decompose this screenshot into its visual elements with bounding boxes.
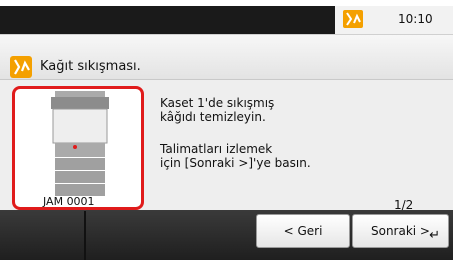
next-button-label: Sonraki > bbox=[370, 224, 430, 238]
callout-pointer-line bbox=[84, 211, 86, 260]
bottom-bar: < Geri Sonraki > ↵ bbox=[0, 210, 453, 260]
instruction-line: Kaset 1'de sıkışmış bbox=[160, 96, 275, 110]
paper-jam-icon bbox=[10, 56, 32, 78]
back-button-label: < Geri bbox=[283, 224, 323, 238]
enter-icon: ↵ bbox=[429, 228, 440, 243]
instruction-text-1: Kaset 1'de sıkışmış kâğıdı temizleyin. bbox=[160, 96, 274, 124]
status-bar-dark-area bbox=[0, 6, 335, 34]
instruction-text-2: Talimatları izlemek için [Sonraki >]'ye … bbox=[160, 142, 311, 170]
paper-jam-status-icon bbox=[343, 10, 363, 28]
jam-code: JAM 0001 bbox=[43, 195, 95, 208]
instruction-line: için [Sonraki >]'ye basın. bbox=[160, 156, 311, 170]
status-bar: 10:10 bbox=[0, 0, 453, 34]
next-button[interactable]: Sonraki > ↵ bbox=[352, 214, 449, 248]
page-title: Kağıt sıkışması. bbox=[40, 59, 141, 74]
printer-jam-illustration bbox=[12, 86, 144, 210]
instruction-line: kâğıdı temizleyin. bbox=[160, 110, 266, 124]
panel-header: Kağıt sıkışması. bbox=[0, 35, 453, 80]
clock: 10:10 bbox=[398, 12, 433, 26]
back-button[interactable]: < Geri bbox=[256, 214, 350, 248]
instruction-line: Talimatları izlemek bbox=[160, 142, 273, 156]
